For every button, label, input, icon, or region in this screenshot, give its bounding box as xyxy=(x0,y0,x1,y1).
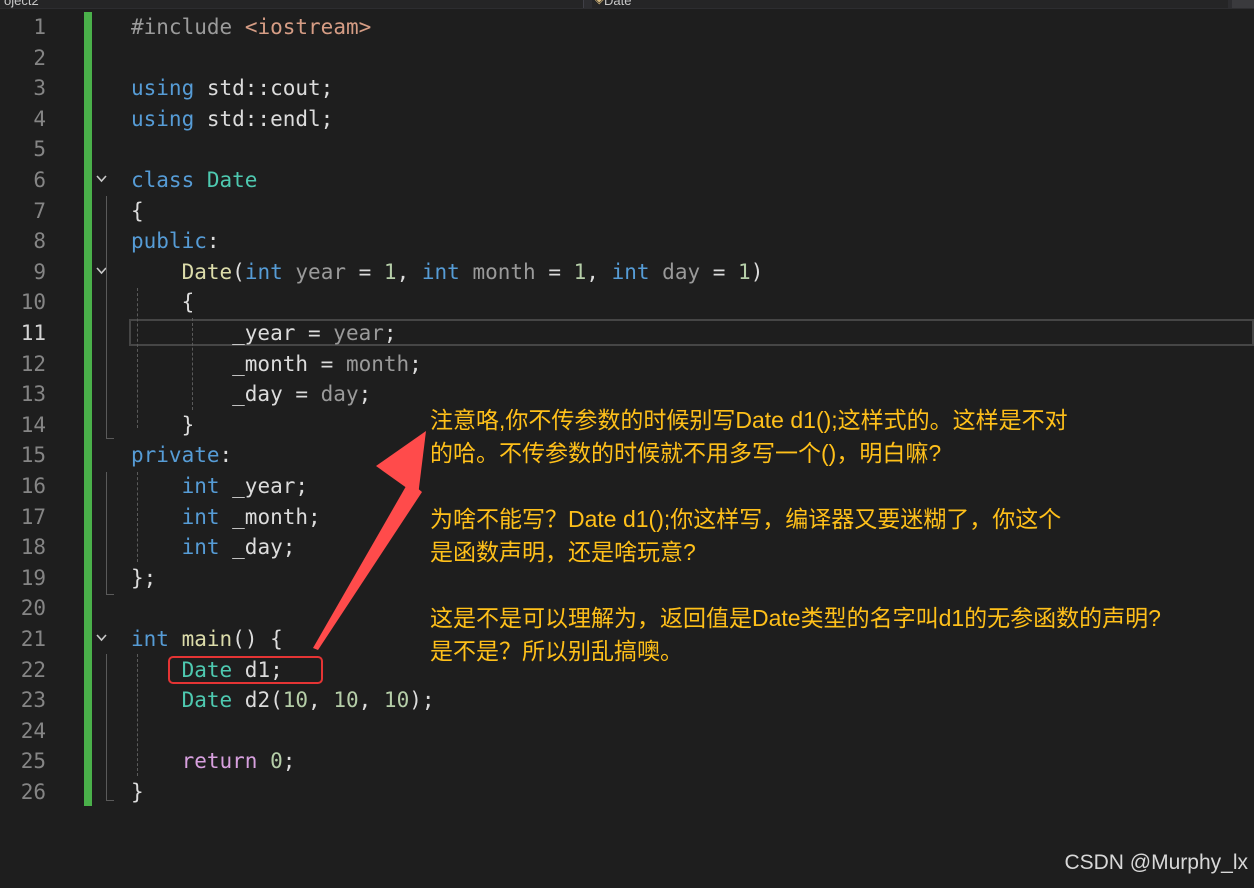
annotation-line: 的哈。不传参数的时候就不用多写一个()，明白嘛? xyxy=(430,440,942,466)
annotation-line: 这是不是可以理解为，返回值是Date类型的名字叫d1的无参函数的声明? xyxy=(430,605,1161,631)
watermark: CSDN @Murphy_lx xyxy=(1064,851,1248,874)
annotation-line: 注意咯,你不传参数的时候别写Date d1();这样式的。这样是不对 xyxy=(430,407,1068,433)
annotation-line: 为啥不能写？Date d1();你这样写，编译器又要迷糊了，你这个 xyxy=(430,506,1062,532)
annotation-line: 是不是？所以别乱搞噢。 xyxy=(430,638,683,664)
annotation-line: 是函数声明，还是啥玩意? xyxy=(430,539,696,565)
